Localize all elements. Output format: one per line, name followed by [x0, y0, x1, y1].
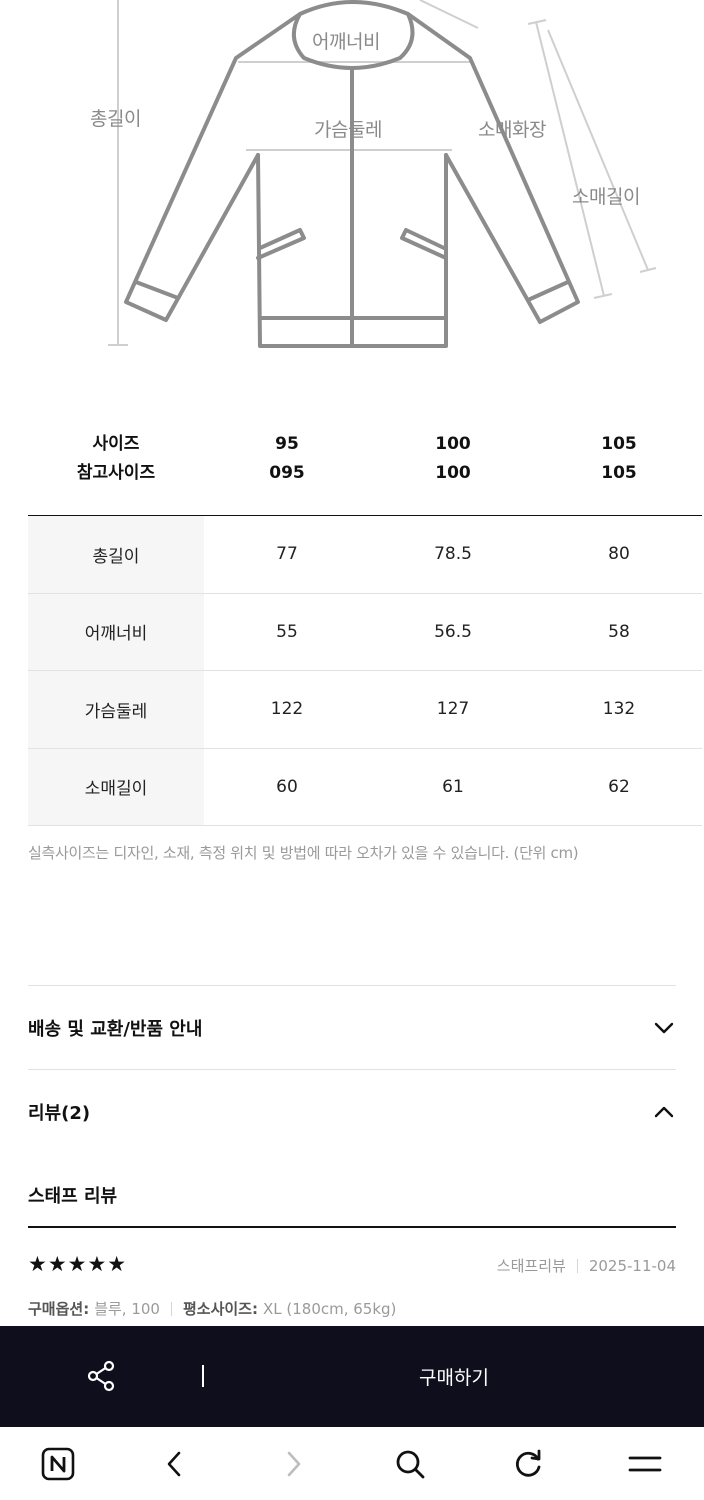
shipping-accordion[interactable]: 배송 및 교환/반품 안내	[28, 985, 676, 1069]
forward-button[interactable]	[273, 1444, 313, 1484]
menu-button[interactable]	[625, 1444, 665, 1484]
review-author: 스태프리뷰	[496, 1257, 566, 1275]
diagram-label-chest: 가슴둘레	[314, 119, 382, 141]
header-size-label: 사이즈 참고사이즈	[76, 434, 156, 483]
diagram-label-sleeve-reach: 소매화장	[478, 119, 546, 141]
buy-bar: 구매하기	[0, 1326, 704, 1427]
chevron-right-icon	[287, 1451, 301, 1477]
reload-icon	[515, 1449, 541, 1477]
divider	[576, 1258, 578, 1273]
jacket-diagram-illustration	[108, 0, 657, 348]
reviews-accordion[interactable]: 리뷰(2)	[28, 1069, 676, 1153]
chevron-up-icon	[652, 1100, 676, 1124]
back-button[interactable]	[155, 1444, 195, 1484]
review-date: 2025-11-04	[588, 1256, 676, 1275]
header-size-100: 100 100	[435, 434, 471, 483]
table-cell: 122	[270, 699, 304, 720]
menu-icon	[628, 1456, 662, 1472]
browser-nav-bar	[0, 1427, 704, 1500]
diagram-label-total-length: 총길이	[90, 108, 141, 130]
size-diagram: 총길이 어깨너비 가슴둘레 소매화장 소매길이	[0, 0, 704, 360]
option-value: 블루, 100	[94, 1300, 160, 1318]
share-icon	[87, 1360, 115, 1392]
table-cell: 58	[608, 621, 630, 642]
header-size-105: 105 105	[601, 434, 637, 483]
chevron-down-icon	[652, 1016, 676, 1040]
rating-stars: ★★★★★	[28, 1252, 128, 1276]
diagram-label-shoulder-width: 어깨너비	[312, 31, 380, 53]
usual-size-label: 평소사이즈:	[182, 1300, 258, 1318]
chevron-left-icon	[167, 1451, 181, 1477]
table-cell: 78.5	[434, 544, 472, 565]
reload-button[interactable]	[508, 1444, 548, 1484]
diagram-label-sleeve-length: 소매길이	[572, 186, 640, 208]
usual-size-value: XL (180cm, 65kg)	[262, 1299, 397, 1318]
option-label: 구매옵션:	[28, 1300, 90, 1318]
table-cell: 60	[276, 776, 298, 797]
shipping-accordion-title: 배송 및 교환/반품 안내	[28, 1018, 203, 1040]
review-meta: 스태프리뷰 2025-11-04	[497, 1255, 676, 1276]
table-cell: 132	[602, 699, 636, 720]
buy-button[interactable]: 구매하기	[204, 1326, 704, 1427]
table-cell: 61	[442, 776, 464, 797]
row-label: 어깨너비	[28, 593, 204, 670]
header-size-95: 95 095	[269, 434, 305, 483]
size-table-header: 사이즈 참고사이즈 95 095 100 100 105 105	[28, 430, 702, 516]
table-cell: 55	[276, 621, 298, 642]
table-row: 소매길이 60 61 62	[28, 748, 702, 826]
divider	[170, 1301, 172, 1316]
row-label: 소매길이	[28, 748, 204, 825]
size-note: 실측사이즈는 디자인, 소재, 측정 위치 및 방법에 따라 오차가 있을 수 …	[28, 844, 579, 862]
table-row: 어깨너비 55 56.5 58	[28, 593, 702, 671]
size-table: 총길이 77 78.5 80 어깨너비 55 56.5 58 가슴둘레 122 …	[28, 516, 702, 826]
staff-review-title: 스태프 리뷰	[28, 1186, 118, 1207]
row-label: 가슴둘레	[28, 671, 204, 748]
search-icon	[396, 1450, 425, 1479]
table-cell: 80	[608, 544, 630, 565]
row-label: 총길이	[28, 516, 204, 593]
table-row: 가슴둘레 122 127 132	[28, 671, 702, 749]
table-cell: 127	[436, 699, 470, 720]
table-cell: 56.5	[434, 621, 472, 642]
table-cell: 62	[608, 776, 630, 797]
table-cell: 77	[276, 544, 298, 565]
reviews-accordion-title: 리뷰(2)	[28, 1102, 91, 1124]
naver-n-icon	[41, 1447, 75, 1481]
table-row: 총길이 77 78.5 80	[28, 516, 702, 594]
search-button[interactable]	[390, 1444, 430, 1484]
review-options: 구매옵션: 블루, 100 평소사이즈: XL (180cm, 65kg)	[28, 1298, 396, 1319]
share-button[interactable]	[84, 1358, 120, 1394]
home-button[interactable]	[38, 1444, 78, 1484]
divider	[28, 1226, 676, 1228]
